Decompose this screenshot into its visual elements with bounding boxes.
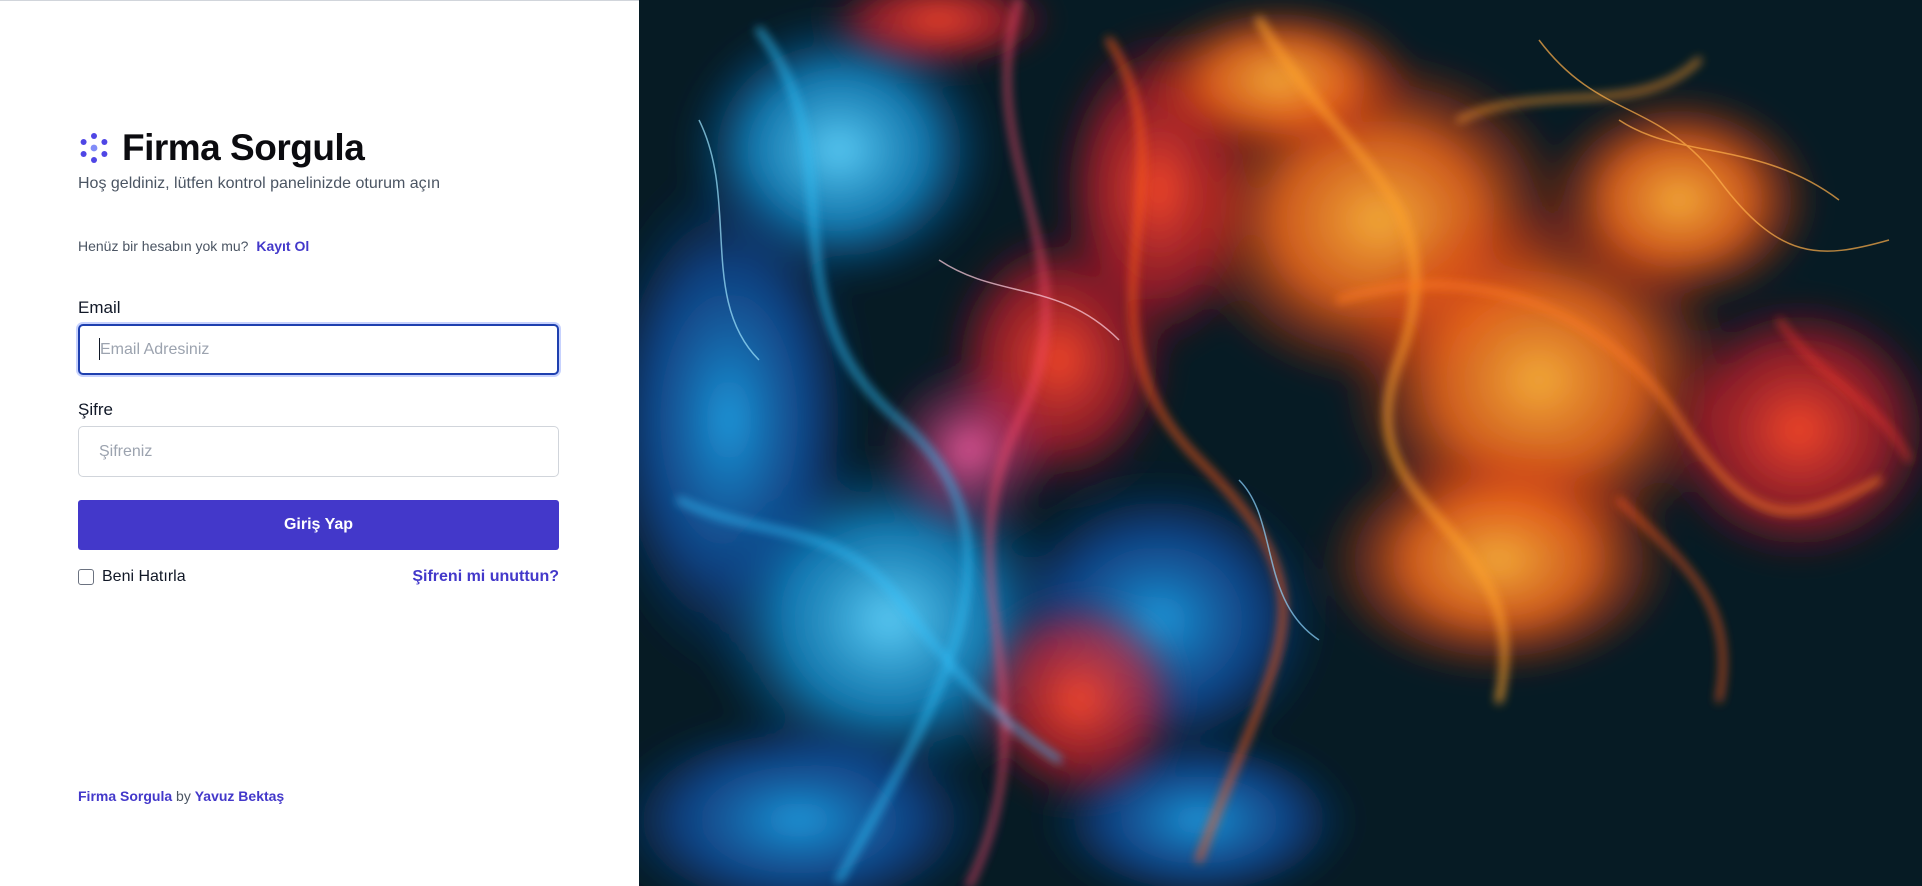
password-label: Şifre: [78, 400, 113, 419]
signup-row: Henüz bir hesabın yok mu? Kayıt Ol: [78, 238, 309, 254]
remember-checkbox[interactable]: [78, 569, 94, 585]
email-field[interactable]: [78, 324, 559, 375]
ink-artwork: [639, 0, 1922, 886]
remember-label[interactable]: Beni Hatırla: [102, 568, 186, 586]
dots-circle-icon: [80, 133, 108, 163]
footer-author-link[interactable]: Yavuz Bektaş: [195, 788, 285, 804]
footer-credit: Firma Sorgula by Yavuz Bektaş: [78, 788, 284, 804]
remember-me[interactable]: Beni Hatırla: [78, 568, 186, 586]
forgot-password-link[interactable]: Şifreni mi unuttun?: [412, 568, 559, 586]
login-button[interactable]: Giriş Yap: [78, 500, 559, 550]
email-label: Email: [78, 298, 121, 317]
brand: Firma Sorgula: [78, 127, 365, 169]
footer-by: by: [176, 788, 191, 804]
hero-image: [639, 0, 1922, 886]
welcome-text: Hoş geldiniz, lütfen kontrol panelinizde…: [78, 175, 440, 192]
signup-link[interactable]: Kayıt Ol: [256, 238, 309, 254]
signup-prompt: Henüz bir hesabın yok mu?: [78, 238, 249, 254]
app-title: Firma Sorgula: [122, 127, 365, 168]
password-field[interactable]: [78, 426, 559, 477]
text-cursor: [99, 338, 100, 360]
login-panel: Firma Sorgula Hoş geldiniz, lütfen kontr…: [0, 0, 639, 886]
footer-app-link[interactable]: Firma Sorgula: [78, 788, 172, 804]
login-page: Firma Sorgula Hoş geldiniz, lütfen kontr…: [0, 0, 1922, 886]
